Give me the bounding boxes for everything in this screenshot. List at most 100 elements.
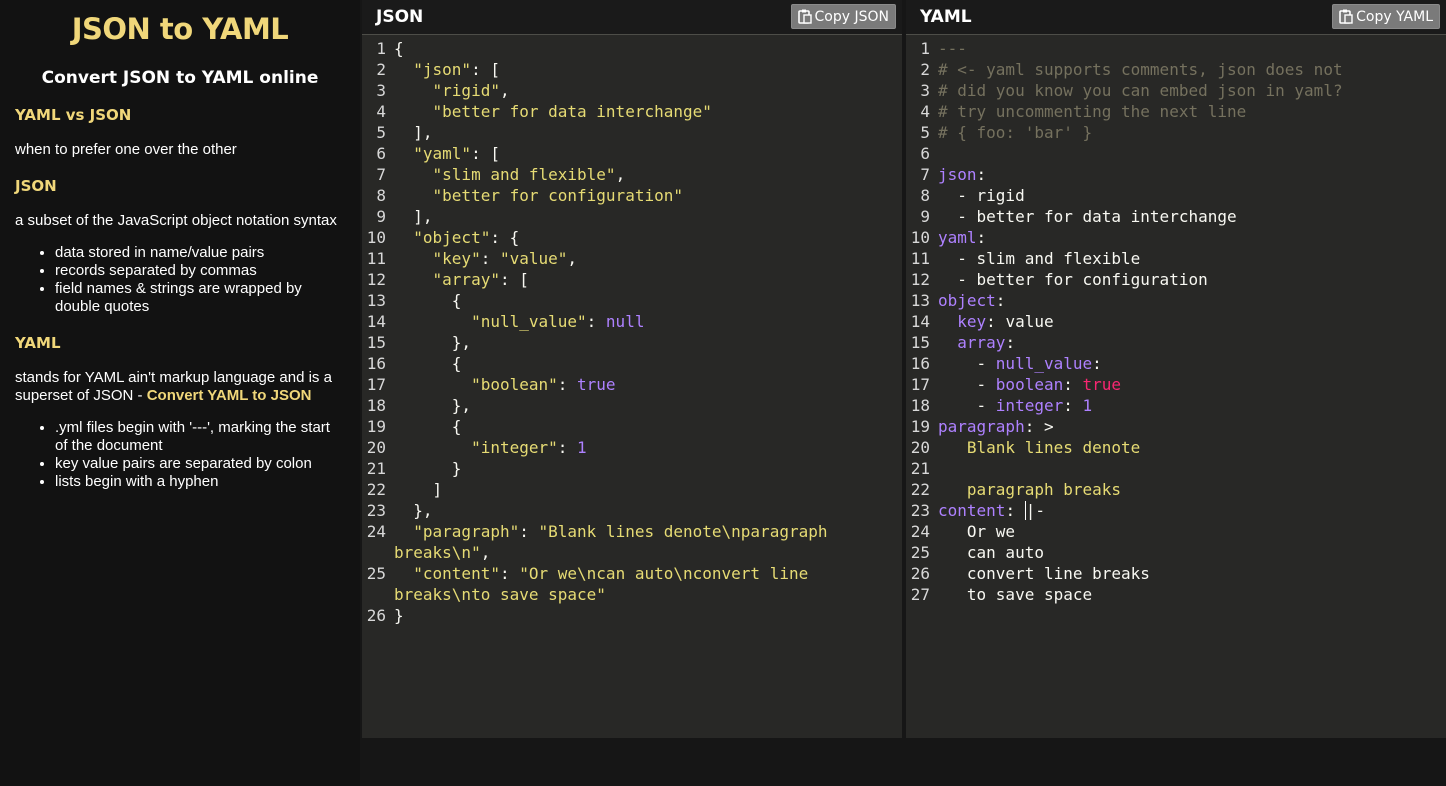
code-text: { (394, 416, 462, 437)
yaml-editor-panel: YAML Copy YAML 1 --- 2 # <- yaml supports c… (906, 0, 1446, 738)
line-number: 8 (376, 186, 386, 205)
code-line[interactable]: 19 paragraph: > (906, 416, 1446, 437)
json-code-editor[interactable]: 1{2 "json": [3 "rigid", 4 "better for dat… (362, 38, 902, 626)
code-line[interactable]: 23 }, (362, 500, 902, 521)
code-text: { (394, 353, 462, 374)
line-number: 9 (376, 207, 386, 226)
code-line[interactable]: 1 --- (906, 38, 1446, 59)
code-line[interactable]: 15 }, (362, 332, 902, 353)
code-line[interactable]: 8 "better for configuration" (362, 185, 902, 206)
code-line[interactable]: 2 # <- yaml supports comments, json does … (906, 59, 1446, 80)
line-number: 20 (366, 438, 386, 457)
code-line[interactable]: 16 - null_value: (906, 353, 1446, 374)
code-line[interactable]: 4 # try uncommenting the next line (906, 101, 1446, 122)
code-token: : (499, 564, 520, 583)
code-text: "yaml": [ (394, 143, 500, 164)
code-line[interactable]: 13 object: (906, 290, 1446, 311)
code-token: --- (938, 39, 967, 58)
line-number: 21 (366, 459, 386, 478)
code-token: : (1005, 501, 1025, 520)
code-line[interactable]: 25 "content": "Or we\ncan auto\nconvert … (362, 563, 902, 584)
code-line[interactable]: 17 - boolean: true (906, 374, 1446, 395)
code-line[interactable]: 22 ] (362, 479, 902, 500)
code-line[interactable]: 19 { (362, 416, 902, 437)
code-line[interactable]: 5 ], (362, 122, 902, 143)
code-line[interactable]: 4 "better for data interchange" (362, 101, 902, 122)
line-number: 18 (910, 396, 930, 415)
code-line[interactable]: 23 content: |- (906, 500, 1446, 521)
code-line[interactable]: 16 { (362, 353, 902, 374)
code-token: "Blank lines denote\nparagraph (538, 522, 828, 541)
code-token: : (1063, 375, 1083, 394)
code-line[interactable]: 11 - slim and flexible (906, 248, 1446, 269)
code-line[interactable]: 15 array: (906, 332, 1446, 353)
code-line[interactable]: 7 "slim and flexible", (362, 164, 902, 185)
copy-json-button[interactable]: Copy JSON (790, 4, 896, 29)
code-line[interactable]: 24 "paragraph": "Blank lines denote\npar… (362, 521, 902, 542)
line-number: 4 (376, 102, 386, 121)
code-line[interactable]: 18 - integer: 1 (906, 395, 1446, 416)
code-line[interactable]: 20 "integer": 1 (362, 437, 902, 458)
yaml-code-editor[interactable]: 1 --- 2 # <- yaml supports comments, json d… (906, 38, 1446, 605)
code-line[interactable]: 18 }, (362, 395, 902, 416)
line-number: 22 (366, 480, 386, 499)
code-line[interactable]: 10 "object": { (362, 227, 902, 248)
code-token: "Or we\ncan auto\nconvert line (519, 564, 809, 583)
code-line[interactable]: breaks\nto save space" (362, 584, 902, 605)
code-line[interactable]: breaks\n", (362, 542, 902, 563)
code-line[interactable]: 27 to save space (906, 584, 1446, 605)
code-line[interactable]: 6 (906, 143, 1446, 164)
line-number: 26 (910, 564, 930, 583)
code-token: - (938, 375, 996, 394)
code-line[interactable]: 11 "key": "value", (362, 248, 902, 269)
code-text: } (394, 458, 462, 479)
code-token: : (519, 522, 539, 541)
code-line[interactable]: 21 (906, 458, 1446, 479)
copy-yaml-button[interactable]: Copy YAML (1332, 4, 1440, 29)
code-token: # <- yaml supports comments, json does n… (938, 60, 1343, 79)
code-line[interactable]: 3 # did you know you can embed json in ya… (906, 80, 1446, 101)
code-line[interactable]: 9 ], (362, 206, 902, 227)
code-line[interactable]: 26} (362, 605, 902, 626)
code-line[interactable]: 13 { (362, 290, 902, 311)
code-line[interactable]: 6 "yaml": [ (362, 143, 902, 164)
code-line[interactable]: 12 "array": [ (362, 269, 902, 290)
code-text: { (394, 290, 462, 311)
code-line[interactable]: 1{ (362, 38, 902, 59)
code-line[interactable]: 8 - rigid (906, 185, 1446, 206)
copy-json-label: Copy JSON (814, 8, 889, 25)
code-token: : (976, 228, 987, 247)
code-line[interactable]: 14 "null_value": null (362, 311, 902, 332)
code-text: - rigid (938, 185, 1024, 206)
code-text: convert line breaks (938, 563, 1150, 584)
convert-yaml-to-json-link[interactable]: Convert YAML to JSON (147, 387, 312, 404)
code-line[interactable]: 25 can auto (906, 542, 1446, 563)
code-line[interactable]: 12 - better for configuration (906, 269, 1446, 290)
code-text: paragraph: > (938, 416, 1054, 437)
code-line[interactable]: 21 } (362, 458, 902, 479)
code-line[interactable]: 2 "json": [ (362, 59, 902, 80)
code-line[interactable]: 7 json: (906, 164, 1446, 185)
section-heading-yaml-vs-json: YAML vs JSON (15, 106, 132, 124)
code-line[interactable]: 14 key: value (906, 311, 1446, 332)
code-line[interactable]: 17 "boolean": true (362, 374, 902, 395)
code-text: object: (938, 290, 1005, 311)
code-text: - null_value: (938, 353, 1102, 374)
code-line[interactable]: 9 - better for data interchange (906, 206, 1446, 227)
code-token: to save space (938, 585, 1093, 604)
code-token: : [ (471, 60, 500, 79)
code-text: } (394, 605, 404, 626)
code-line[interactable]: 24 Or we (906, 521, 1446, 542)
code-line[interactable]: 10 yaml: (906, 227, 1446, 248)
code-token: paragraph (938, 417, 1025, 436)
code-line[interactable]: 3 "rigid", (362, 80, 902, 101)
code-line[interactable]: 20 Blank lines denote (906, 437, 1446, 458)
code-line[interactable]: 5 # { foo: 'bar' } (906, 122, 1446, 143)
code-token: { (394, 354, 462, 373)
code-line[interactable]: 26 convert line breaks (906, 563, 1446, 584)
app-title[interactable]: JSON to YAML (0, 12, 360, 46)
code-token: { (394, 291, 462, 310)
code-line[interactable]: 22 paragraph breaks (906, 479, 1446, 500)
code-token: paragraph breaks (938, 480, 1122, 499)
